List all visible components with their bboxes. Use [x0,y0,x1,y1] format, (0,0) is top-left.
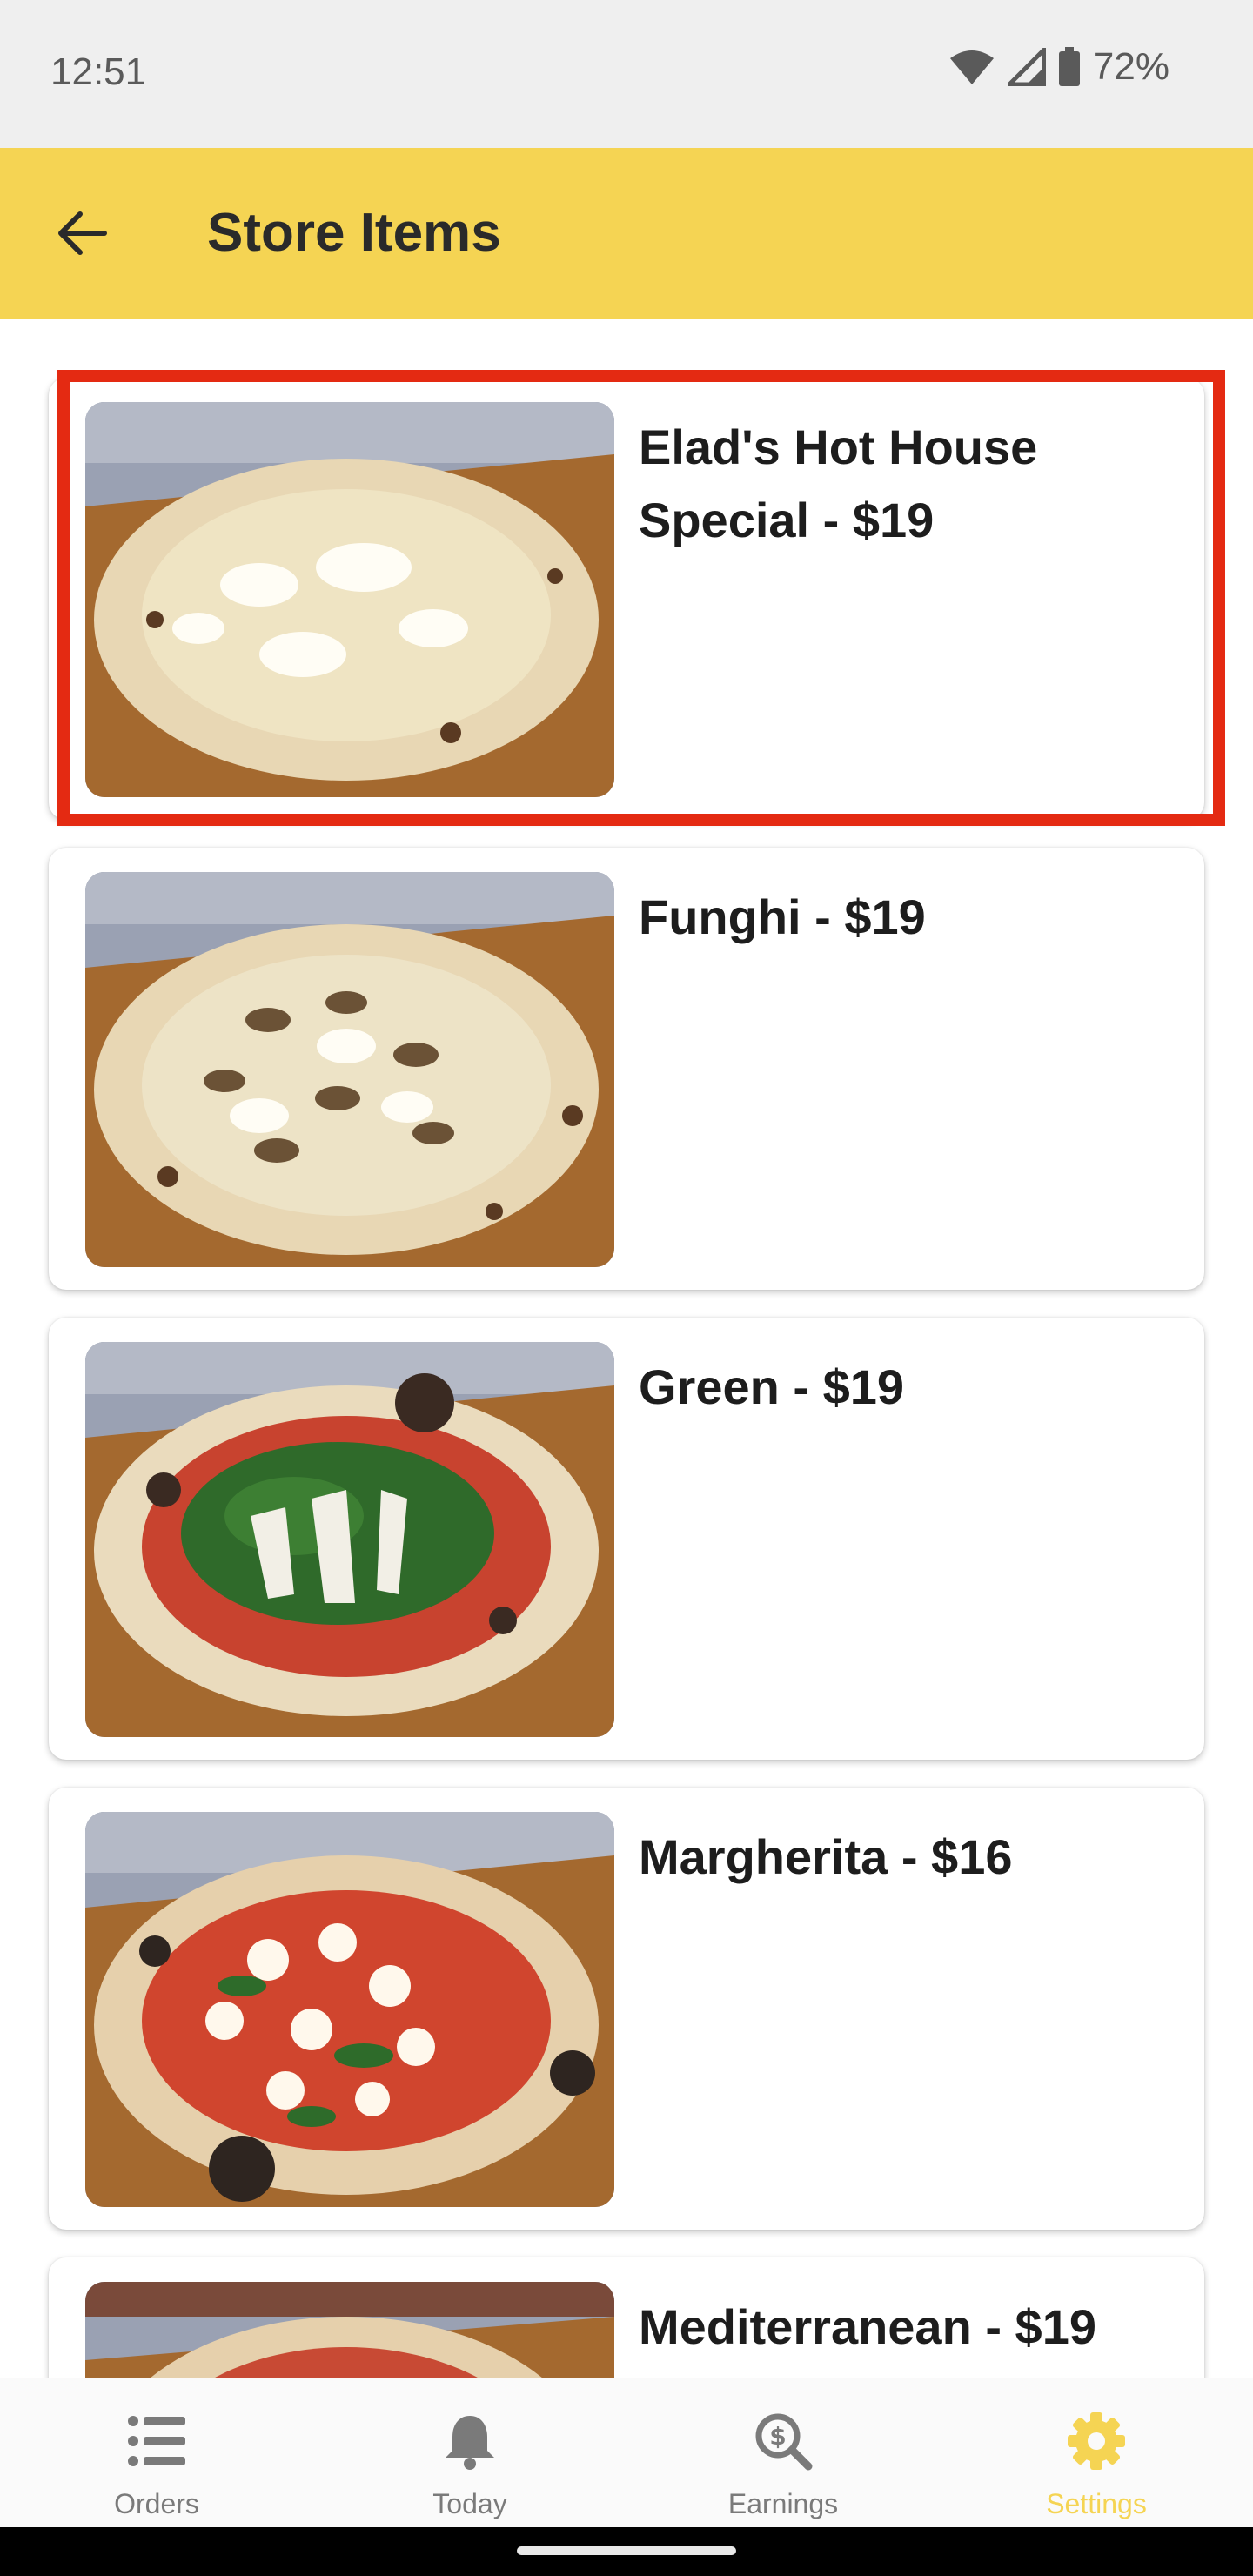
nav-today-label: Today [432,2488,507,2519]
nav-settings-label: Settings [1046,2488,1147,2519]
arrow-left-icon [58,211,107,255]
signal-icon [1007,48,1046,86]
item-photo-arugula-pizza [85,1342,614,1737]
bottom-navigation: Orders Today $ Earnings Settings [0,2378,1253,2528]
nav-earnings[interactable]: $ Earnings [626,2378,940,2528]
store-item-card[interactable]: Margherita - $16 [49,1788,1204,2230]
nav-today[interactable]: Today [313,2378,626,2528]
item-name: Margherita - $16 [639,1829,1013,1884]
battery-level: 72% [1092,45,1169,88]
nav-orders[interactable]: Orders [0,2378,313,2528]
gear-icon [1068,2408,1125,2474]
page-title: Store Items [207,203,501,263]
item-name: Mediterranean - $19 [639,2299,1096,2354]
status-icons: 72% [948,45,1169,89]
list-icon [128,2408,185,2474]
nav-earnings-label: Earnings [727,2488,839,2519]
wifi-icon [948,48,995,86]
svg-text:$: $ [769,2422,786,2451]
item-name: Green - $19 [639,1359,905,1414]
store-item-card[interactable]: Funghi - $19 [49,848,1204,1290]
app-bar: Store Items [0,148,1253,319]
nav-orders-label: Orders [114,2488,199,2519]
back-button[interactable] [45,197,118,270]
item-name: Funghi - $19 [639,889,926,944]
item-photo-mushroom-pizza [85,872,614,1267]
status-bar: 12:51 72% [0,0,1253,148]
battery-icon [1058,47,1081,87]
store-items-list[interactable]: Elad's Hot House Special - $19 Funghi - … [0,319,1253,2378]
item-name: Elad's Hot House Special - $19 [639,419,1038,547]
dollar-search-icon: $ [754,2408,813,2474]
gesture-bar [0,2527,1253,2576]
store-item-card[interactable]: Green - $19 [49,1318,1204,1760]
store-item-card[interactable]: Elad's Hot House Special - $19 [49,378,1204,820]
store-item-card[interactable]: Mediterranean - $19 [49,2257,1204,2378]
bell-icon [443,2408,497,2474]
item-photo-mediterranean-pizza [85,2282,614,2378]
item-photo-margherita-pizza [85,1812,614,2207]
status-time: 12:51 [50,50,147,93]
home-indicator[interactable] [517,2546,736,2555]
item-photo-white-pizza [85,402,614,797]
nav-settings[interactable]: Settings [940,2378,1253,2528]
